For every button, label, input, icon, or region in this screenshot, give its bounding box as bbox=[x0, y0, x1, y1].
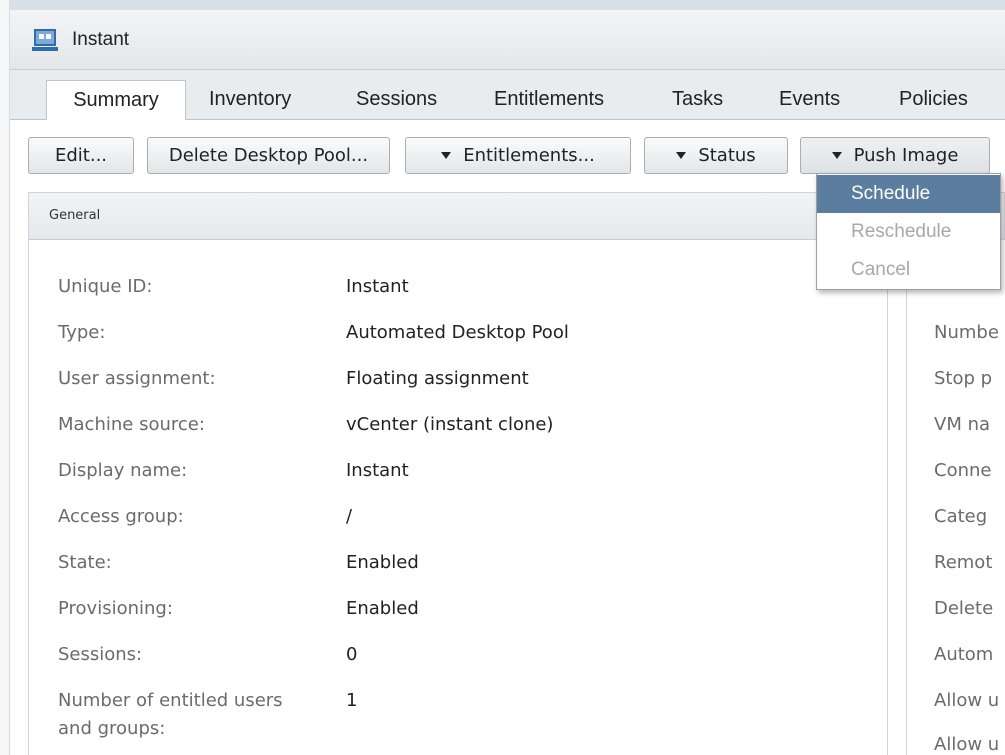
delete-desktop-pool-button[interactable]: Delete Desktop Pool... bbox=[147, 137, 390, 174]
field-value: Automated Desktop Pool bbox=[346, 322, 569, 343]
left-edge bbox=[0, 0, 10, 755]
dropdown-arrow-icon bbox=[676, 152, 687, 159]
field-label: Machine source: bbox=[58, 414, 205, 435]
tab-tasks[interactable]: Tasks bbox=[672, 80, 723, 120]
menu-item-schedule[interactable]: Schedule bbox=[817, 175, 1000, 213]
secondary-field-label: Stop p bbox=[934, 368, 993, 389]
desktop-pool-icon bbox=[32, 27, 58, 53]
tab-inventory[interactable]: Inventory bbox=[209, 80, 291, 120]
tab-policies[interactable]: Policies bbox=[899, 80, 968, 120]
field-label: Type: bbox=[58, 322, 106, 343]
secondary-field-label: Conne bbox=[934, 460, 992, 481]
tab-bar: Summary Inventory Sessions Entitlements … bbox=[10, 70, 1005, 121]
tab-events[interactable]: Events bbox=[779, 80, 840, 120]
push-image-dropdown-menu: Schedule Reschedule Cancel bbox=[816, 173, 1001, 290]
field-value: Enabled bbox=[346, 552, 419, 573]
push-image-menu-button[interactable]: Push Image bbox=[800, 137, 990, 174]
general-panel-header: General bbox=[28, 192, 888, 240]
tab-entitlements[interactable]: Entitlements bbox=[494, 80, 604, 120]
secondary-field-label: Categ bbox=[934, 506, 988, 527]
field-label: Sessions: bbox=[58, 644, 143, 665]
general-panel-title: General bbox=[49, 208, 101, 223]
field-value: 1 bbox=[346, 690, 358, 711]
secondary-field-label: Numbe bbox=[934, 322, 999, 343]
field-value: / bbox=[346, 506, 353, 527]
edit-button[interactable]: Edit... bbox=[28, 137, 134, 174]
entitlements-menu-button[interactable]: Entitlements... bbox=[405, 137, 631, 174]
field-value: Instant bbox=[346, 276, 409, 297]
dropdown-arrow-icon bbox=[831, 152, 842, 159]
status-menu-button[interactable]: Status bbox=[644, 137, 788, 174]
field-label: Unique ID: bbox=[58, 276, 153, 297]
dropdown-arrow-icon bbox=[441, 152, 452, 159]
field-label: State: bbox=[58, 552, 112, 573]
general-panel-body bbox=[28, 240, 888, 755]
field-value: Instant bbox=[346, 460, 409, 481]
field-label: Access group: bbox=[58, 506, 184, 527]
secondary-field-label: VM na bbox=[934, 414, 991, 435]
secondary-field-label: Remot bbox=[934, 552, 993, 573]
menu-item-reschedule: Reschedule bbox=[851, 221, 952, 242]
field-value: vCenter (instant clone) bbox=[346, 414, 554, 435]
field-label: and groups: bbox=[58, 718, 166, 739]
menu-item-cancel: Cancel bbox=[851, 259, 911, 280]
pool-title: Instant bbox=[72, 28, 130, 50]
pool-titlebar: Instant bbox=[10, 10, 1005, 70]
tab-sessions[interactable]: Sessions bbox=[356, 80, 437, 120]
secondary-field-label: Allow u bbox=[934, 690, 1000, 711]
field-value: Enabled bbox=[346, 598, 419, 619]
field-value: 0 bbox=[346, 644, 358, 665]
secondary-field-label: Allow u bbox=[934, 734, 1000, 755]
field-label: User assignment: bbox=[58, 368, 216, 389]
field-value: Floating assignment bbox=[346, 368, 529, 389]
field-label: Number of entitled users bbox=[58, 690, 283, 711]
tab-summary[interactable]: Summary bbox=[46, 80, 186, 121]
status-menu-label: Status bbox=[698, 145, 756, 166]
app-frame: Instant Summary Inventory Sessions Entit… bbox=[0, 0, 1005, 755]
secondary-field-label: Delete bbox=[934, 598, 994, 619]
top-strip bbox=[0, 0, 1005, 10]
push-image-menu-label: Push Image bbox=[853, 145, 959, 166]
field-label: Display name: bbox=[58, 460, 188, 481]
field-label: Provisioning: bbox=[58, 598, 173, 619]
secondary-panel-body bbox=[906, 240, 1005, 755]
secondary-field-label: Autom bbox=[934, 644, 994, 665]
entitlements-menu-label: Entitlements... bbox=[463, 145, 595, 166]
